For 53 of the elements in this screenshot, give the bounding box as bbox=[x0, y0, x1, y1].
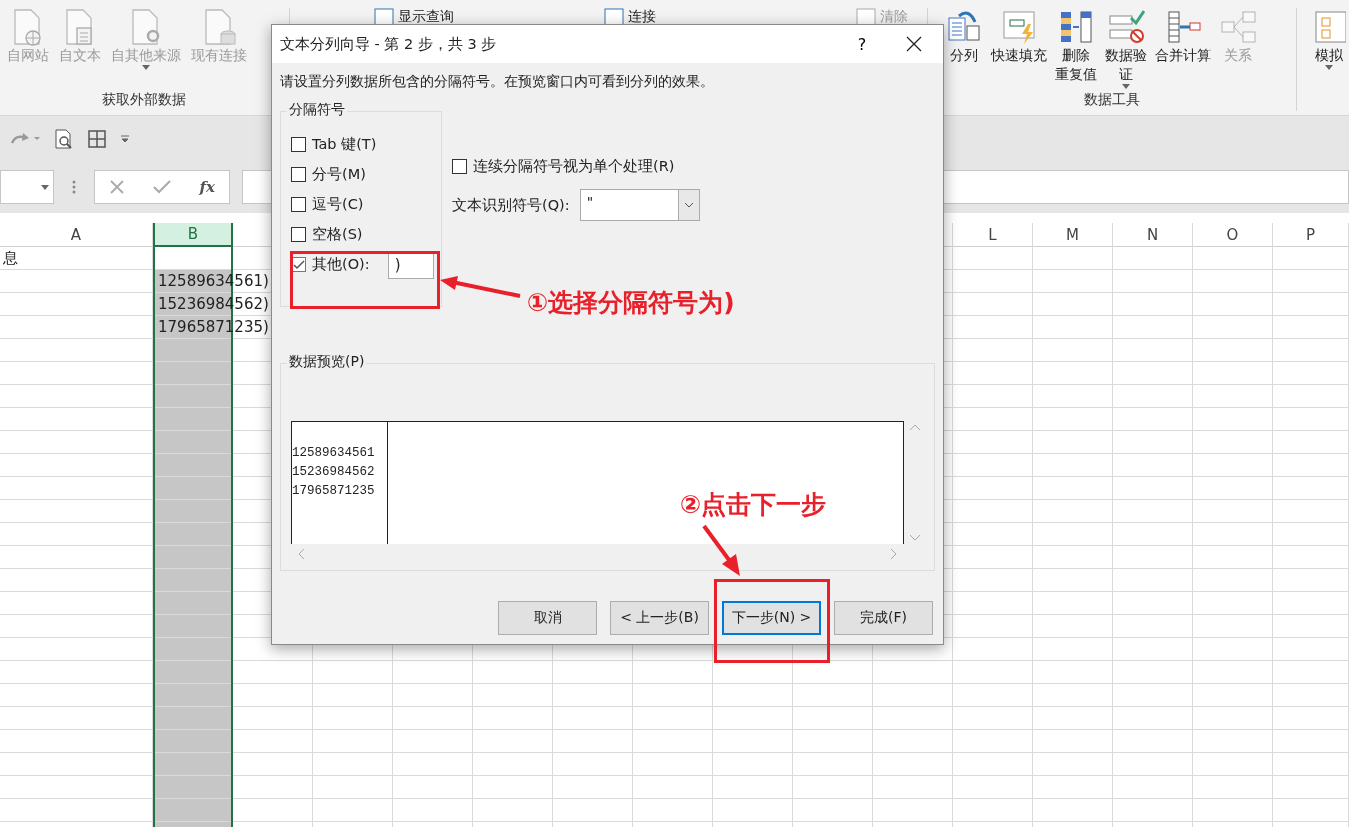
annotation-text: ①选择分隔符号为) bbox=[527, 287, 735, 319]
check-icon bbox=[292, 259, 305, 270]
group-label: 获取外部数据 bbox=[101, 91, 188, 109]
check-icon[interactable] bbox=[153, 179, 172, 195]
dialog-title: 文本分列向导 - 第 2 步，共 3 步 bbox=[280, 34, 498, 54]
ribbon-button[interactable]: 分列 bbox=[949, 46, 978, 65]
field-label: 文本识别符号(Q): bbox=[452, 195, 570, 215]
insert-function-button[interactable]: fx bbox=[199, 178, 215, 196]
ribbon-button[interactable]: 数据验 证 bbox=[1104, 46, 1147, 84]
chevron-down-icon bbox=[683, 202, 694, 208]
checkbox[interactable] bbox=[291, 227, 306, 242]
ribbon-button[interactable]: 合并计算 bbox=[1154, 46, 1211, 65]
cell-text: 息 bbox=[3, 249, 18, 268]
preview-text: 12589634561 bbox=[292, 445, 376, 462]
checkbox-label[interactable]: 逗号(C) bbox=[312, 195, 364, 214]
checkbox-label[interactable]: 空格(S) bbox=[312, 225, 363, 244]
validation-icon bbox=[1106, 8, 1145, 46]
qualifier-select[interactable]: " bbox=[579, 189, 700, 221]
caret-icon bbox=[41, 184, 49, 190]
preview-text: 17965871235 bbox=[292, 483, 376, 500]
more-icon bbox=[72, 180, 76, 194]
print-preview-icon[interactable] bbox=[54, 128, 74, 149]
borders-icon[interactable] bbox=[88, 129, 106, 148]
grid-icon bbox=[1312, 8, 1346, 46]
checkbox-label[interactable]: 连续分隔符号视为单个处理(R) bbox=[473, 157, 675, 176]
ribbon-button[interactable]: 显示查询 bbox=[397, 8, 454, 26]
dialog-button[interactable]: < 上一步(B) bbox=[610, 601, 709, 635]
relationships-icon bbox=[1218, 8, 1257, 46]
ribbon-button[interactable]: 连接 bbox=[627, 8, 656, 26]
checkbox[interactable] bbox=[291, 197, 306, 212]
customize-caret-icon[interactable] bbox=[120, 134, 130, 143]
close-icon bbox=[906, 36, 922, 52]
ribbon-button[interactable]: 模拟 bbox=[1315, 46, 1343, 65]
annotation-text: ②点击下一步 bbox=[680, 489, 827, 521]
checkbox[interactable] bbox=[452, 159, 467, 174]
checkbox-label[interactable]: 其他(O): bbox=[312, 255, 370, 274]
checkbox[interactable] bbox=[291, 137, 306, 152]
preview-text: 15236984562 bbox=[292, 464, 376, 481]
arrow-line bbox=[702, 524, 742, 576]
dialog-button[interactable]: 完成(F) bbox=[834, 601, 933, 635]
instruction-text: 请设置分列数据所包含的分隔符号。在预览窗口内可看到分列的效果。 bbox=[280, 73, 715, 91]
dialog-button[interactable]: 取消 bbox=[498, 601, 597, 635]
ribbon-button[interactable]: 删除 重复值 bbox=[1054, 46, 1097, 84]
group-title: 分隔符号 bbox=[287, 101, 347, 119]
column-header[interactable]: B bbox=[155, 223, 231, 247]
checkbox[interactable] bbox=[291, 167, 306, 182]
group-title: 数据预览(P) bbox=[287, 353, 367, 371]
group-label: 数据工具 bbox=[1082, 91, 1141, 109]
checkbox-label[interactable]: Tab 键(T) bbox=[312, 135, 377, 154]
help-button[interactable]: ? bbox=[839, 25, 885, 63]
dialog-button[interactable]: 下一步(N) > bbox=[722, 601, 821, 635]
checkbox-label[interactable]: 分号(M) bbox=[312, 165, 366, 184]
ribbon-button[interactable]: 快速填充 bbox=[990, 46, 1047, 65]
